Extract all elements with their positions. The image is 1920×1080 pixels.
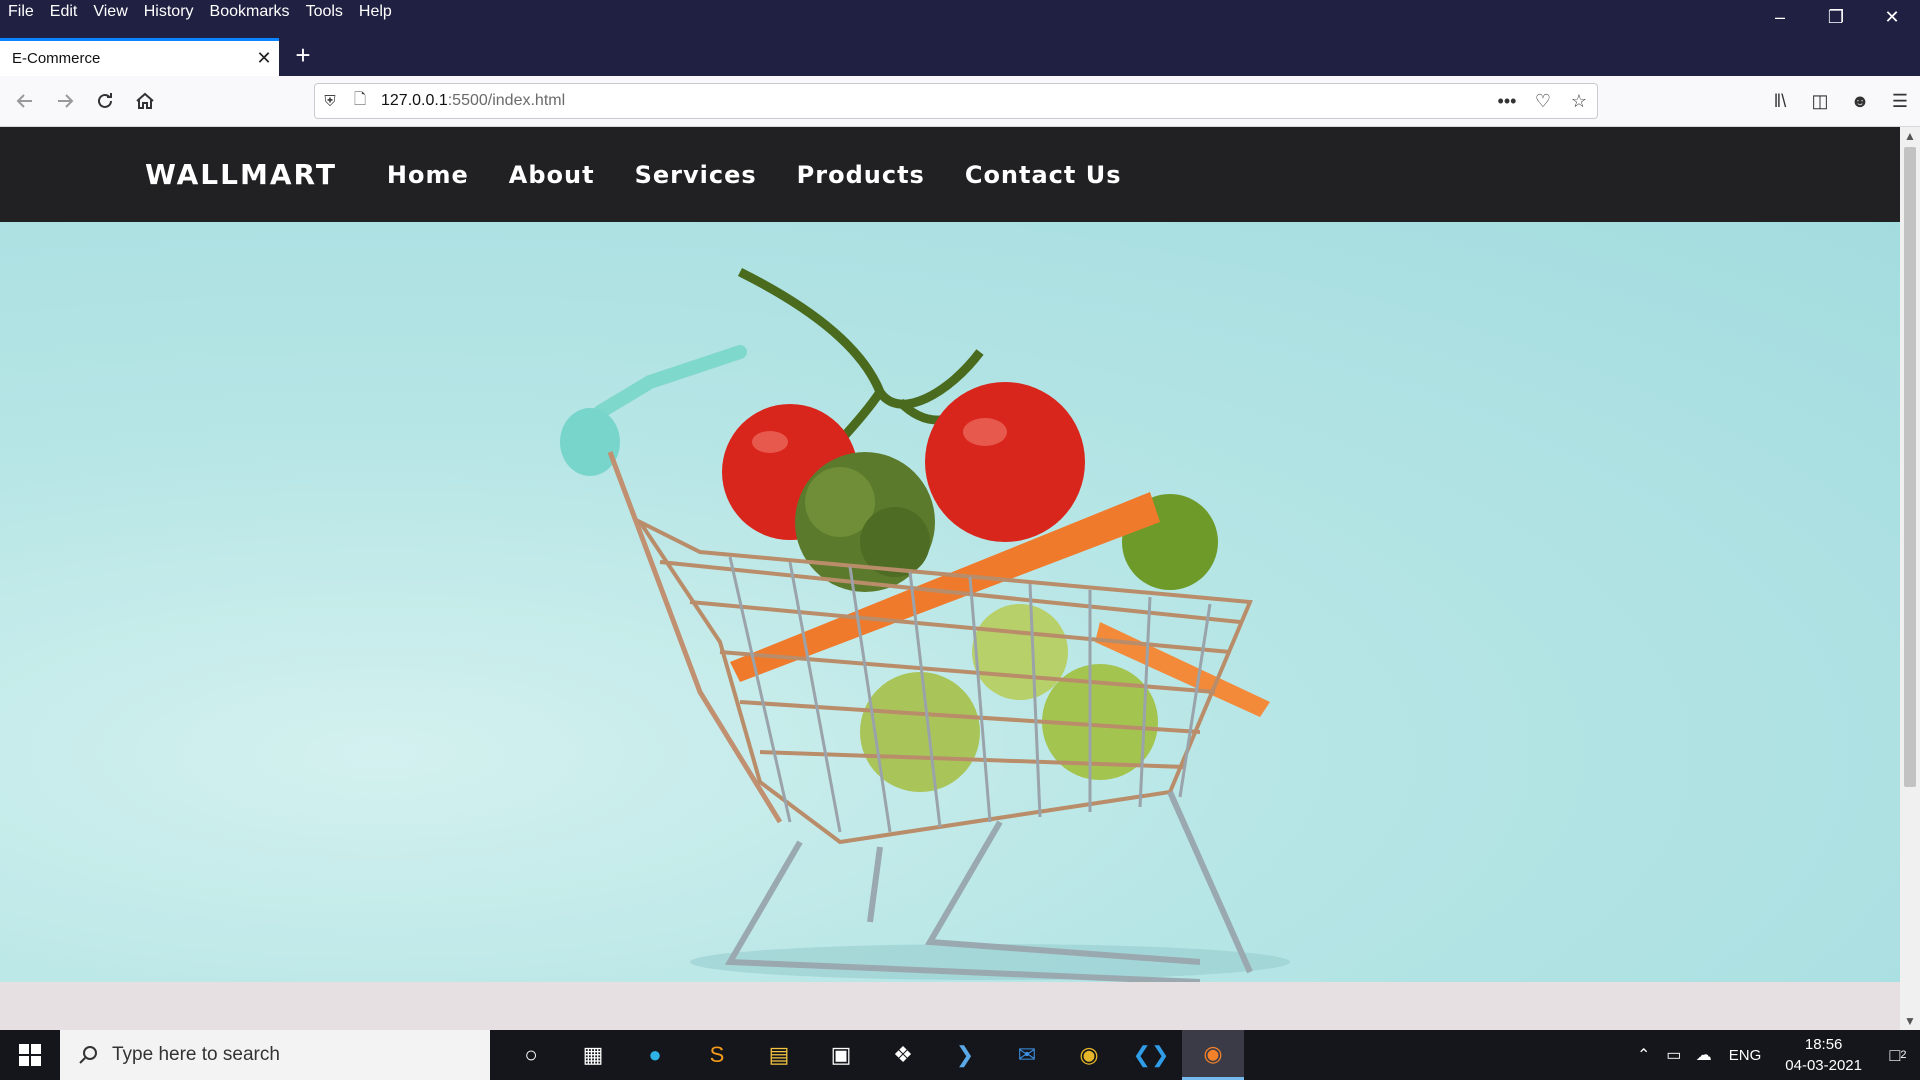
nav-products[interactable]: Products	[787, 161, 935, 189]
mail-icon[interactable]: ✉	[996, 1030, 1058, 1080]
firefox-icon[interactable]: ◉	[1182, 1030, 1244, 1080]
menu-tools[interactable]: Tools	[298, 0, 351, 24]
clock-date: 04-03-2021	[1785, 1057, 1862, 1074]
menu-bookmarks[interactable]: Bookmarks	[202, 0, 298, 24]
scroll-down-icon[interactable]: ▼	[1900, 1014, 1920, 1028]
account-icon[interactable]: ☻	[1840, 84, 1880, 118]
search-icon	[79, 1046, 97, 1064]
browser-navbar: ⛨ 🗋 127.0.0.1:5500/index.html ••• ♡ ☆ ‖\…	[0, 76, 1920, 127]
vscode-icon[interactable]: ❮❯	[1120, 1030, 1182, 1080]
home-button[interactable]	[128, 84, 162, 118]
url-path: :5500/index.html	[447, 92, 566, 109]
pocket-icon[interactable]: ♡	[1525, 86, 1561, 116]
menu-help[interactable]: Help	[351, 0, 400, 24]
reload-icon	[98, 93, 112, 108]
windows-logo-icon	[19, 1044, 41, 1066]
hero-image	[0, 222, 1900, 982]
clock-time: 18:56	[1804, 1036, 1843, 1053]
chrome-icon[interactable]: ◉	[1058, 1030, 1120, 1080]
library-icon[interactable]: ‖\	[1760, 84, 1800, 118]
nav-home[interactable]: Home	[377, 161, 479, 189]
scrollbar-thumb[interactable]	[1904, 147, 1916, 787]
taskbar-apps: ○ ▦ ● S ▤ ▣ ❖ ❯ ✉ ◉ ❮❯ ◉	[500, 1030, 1244, 1080]
nav-services[interactable]: Services	[625, 161, 767, 189]
reload-button[interactable]	[88, 84, 122, 118]
window-controls: – ❐ ✕	[1752, 0, 1920, 34]
shopping-cart-vegetables-image	[560, 267, 1290, 982]
search-placeholder: Type here to search	[112, 1044, 280, 1065]
nav-about[interactable]: About	[499, 161, 605, 189]
site-nav-links: Home About Services Products Contact Us	[357, 161, 1132, 189]
back-arrow-icon	[16, 94, 32, 108]
sublime-text-icon[interactable]: S	[686, 1030, 748, 1080]
new-tab-button[interactable]: +	[288, 40, 318, 70]
home-icon	[136, 92, 154, 109]
tab-close-icon[interactable]: ✕	[249, 48, 279, 69]
network-icon[interactable]: ☁	[1689, 1045, 1719, 1065]
url-host: 127.0.0.1	[381, 92, 448, 109]
windows-taskbar: Type here to search ○ ▦ ● S ▤ ▣ ❖ ❯ ✉ ◉ …	[0, 1030, 1920, 1080]
back-button[interactable]	[8, 84, 42, 118]
menu-view[interactable]: View	[85, 0, 135, 24]
store-icon[interactable]: ▣	[810, 1030, 872, 1080]
taskbar-search[interactable]: Type here to search	[60, 1030, 490, 1080]
hamburger-menu-icon[interactable]: ☰	[1880, 84, 1920, 118]
page-icon: 🗋	[353, 90, 367, 108]
cortana-icon[interactable]: ○	[500, 1030, 562, 1080]
language-indicator[interactable]: ENG	[1729, 1047, 1762, 1064]
url-bar[interactable]: ⛨ 🗋 127.0.0.1:5500/index.html ••• ♡ ☆	[314, 83, 1598, 119]
toolbar-icons: ‖\ ◫ ☻ ☰	[1760, 84, 1920, 118]
browser-titlebar: File Edit View History Bookmarks Tools H…	[0, 0, 1920, 76]
notification-center-icon[interactable]: □ 2	[1876, 1030, 1920, 1080]
menu-bar: File Edit View History Bookmarks Tools H…	[0, 0, 400, 24]
sidebar-icon[interactable]: ◫	[1800, 84, 1840, 118]
chevron-up-icon[interactable]: ⌃	[1629, 1045, 1659, 1065]
close-window-button[interactable]: ✕	[1864, 0, 1920, 34]
file-explorer-icon[interactable]: ▤	[748, 1030, 810, 1080]
task-view-icon[interactable]: ▦	[562, 1030, 624, 1080]
site-navbar: WALLMART Home About Services Products Co…	[0, 127, 1900, 222]
scroll-up-icon[interactable]: ▲	[1900, 129, 1920, 143]
notification-count: 2	[1900, 1049, 1907, 1061]
menu-edit[interactable]: Edit	[42, 0, 86, 24]
tab-title: E-Commerce	[12, 50, 101, 67]
forward-arrow-icon	[58, 94, 74, 108]
page-scrollbar[interactable]: ▲ ▼	[1900, 127, 1920, 1030]
brand-logo[interactable]: WALLMART	[145, 158, 337, 191]
edge-icon[interactable]: ●	[624, 1030, 686, 1080]
system-tray: ⌃ ▭ ☁ ENG 18:56 04-03-2021 □ 2	[1629, 1030, 1920, 1080]
menu-file[interactable]: File	[0, 0, 42, 24]
tab-ecommerce[interactable]: E-Commerce ✕	[0, 38, 279, 76]
forward-button[interactable]	[48, 84, 82, 118]
page-actions-icon[interactable]: •••	[1489, 86, 1525, 116]
clock[interactable]: 18:56 04-03-2021	[1785, 1034, 1862, 1076]
shield-icon[interactable]: ⛨	[315, 86, 345, 116]
bookmark-star-icon[interactable]: ☆	[1561, 86, 1597, 116]
battery-icon[interactable]: ▭	[1659, 1045, 1689, 1065]
url-actions: ••• ♡ ☆	[1489, 86, 1597, 116]
powershell-icon[interactable]: ❯	[934, 1030, 996, 1080]
restore-button[interactable]: ❐	[1808, 0, 1864, 34]
minimize-button[interactable]: –	[1752, 0, 1808, 34]
nav-contact-us[interactable]: Contact Us	[955, 161, 1132, 189]
menu-history[interactable]: History	[136, 0, 202, 24]
page-viewport: WALLMART Home About Services Products Co…	[0, 127, 1900, 1030]
start-button[interactable]	[0, 1030, 60, 1080]
dropbox-icon[interactable]: ❖	[872, 1030, 934, 1080]
